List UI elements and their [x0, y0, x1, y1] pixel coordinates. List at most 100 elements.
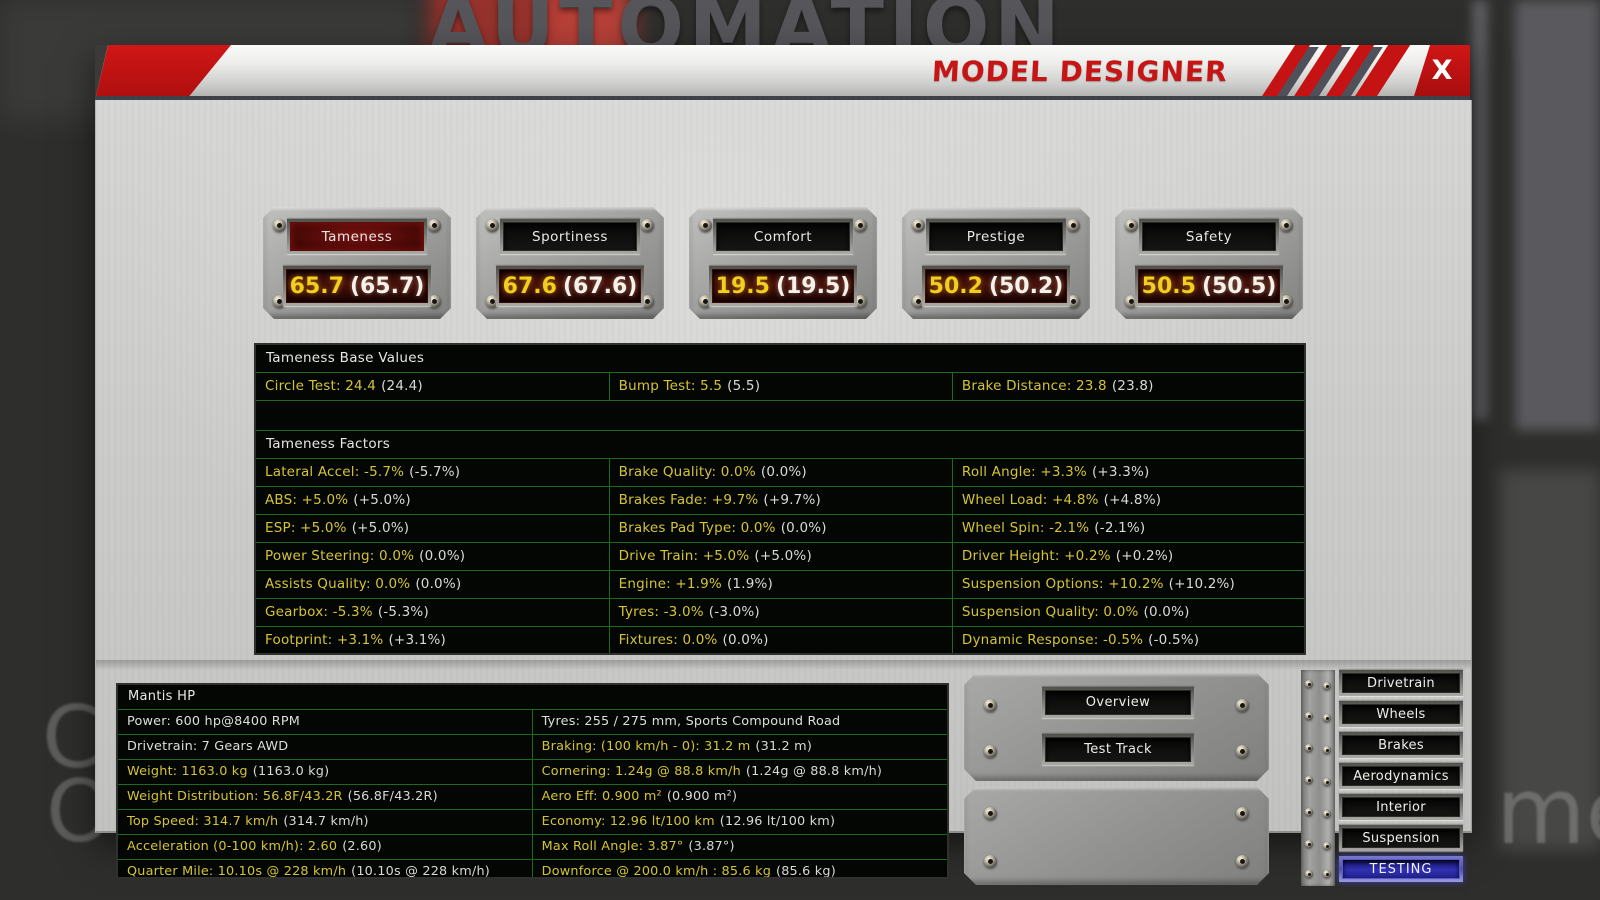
car-row: Acceleration (0-100 km/h): 2.60 (2.60) Ma…	[118, 834, 947, 859]
screen: AUTOMATION C O me MODEL DESIGNER X	[0, 0, 1600, 900]
gauge-label: Safety	[1142, 222, 1276, 251]
stripe-decoration	[1256, 45, 1313, 100]
window-body: Tameness 65.7 (65.7) Sportiness 67.6 (67.6…	[95, 100, 1472, 886]
stat-cell: Roll Angle: +3.3% (+3.3%)	[951, 459, 1304, 486]
stat-cell: Bump Test: 5.5 (5.5)	[608, 373, 952, 400]
car-row: Drivetrain: 7 Gears AWD Braking: (100 km…	[118, 734, 947, 759]
stat-cell: Suspension Quality: 0.0% (0.0%)	[951, 599, 1304, 626]
rivet	[1305, 808, 1313, 816]
gauge-value-display: 19.5 (19.5)	[709, 266, 857, 306]
overview-button[interactable]: Overview	[1042, 687, 1194, 718]
rivet	[1305, 680, 1313, 688]
factors-row: Power Steering: 0.0% (0.0%) Drive Train: …	[256, 542, 1304, 570]
gauge-safety[interactable]: Safety 50.5 (50.5)	[1115, 207, 1303, 319]
title-bar-red-stripe	[95, 45, 231, 100]
nav-button-drivetrain[interactable]: Drivetrain	[1339, 670, 1463, 696]
gauge-comfort[interactable]: Comfort 19.5 (19.5)	[689, 207, 877, 319]
rivet	[984, 699, 997, 712]
stat-cell: Weight: 1163.0 kg (1163.0 kg)	[127, 764, 330, 779]
gauge-label-button[interactable]: Safety	[1139, 219, 1279, 254]
test-track-button[interactable]: Test Track	[1042, 734, 1194, 765]
model-designer-window: MODEL DESIGNER X Tameness 65.7 (65.7) Sp…	[95, 45, 1472, 886]
nav-button-suspension[interactable]: Suspension	[1339, 825, 1463, 851]
nav-button-wheels[interactable]: Wheels	[1339, 701, 1463, 727]
gauge-label: Tameness	[290, 222, 424, 251]
stat-cell: Wheel Load: +4.8% (+4.8%)	[951, 487, 1304, 514]
blank-plate	[964, 787, 1269, 885]
car-row: Top Speed: 314.7 km/h (314.7 km/h) Econom…	[118, 809, 947, 834]
factors-row: ESP: +5.0% (+5.0%) Brakes Pad Type: 0.0%(…	[256, 514, 1304, 542]
nav-button-testing[interactable]: TESTING	[1339, 856, 1463, 882]
rivet	[984, 807, 997, 820]
rivet	[1236, 745, 1249, 758]
spacer	[256, 400, 1304, 430]
bg-window-frame	[1472, 0, 1488, 420]
gauge-label: Prestige	[929, 222, 1063, 251]
rivet	[1323, 778, 1331, 786]
bg-letter-me: me	[1496, 758, 1600, 865]
rivet	[1305, 840, 1313, 848]
gauge-label-button[interactable]: Comfort	[713, 219, 853, 254]
gauge-value: 19.5	[715, 273, 770, 299]
rivet	[984, 745, 997, 758]
rivet	[1323, 842, 1331, 850]
rivet	[641, 219, 654, 232]
stat-cell: Drivetrain: 7 Gears AWD	[127, 739, 289, 754]
gauge-value-display: 50.2 (50.2)	[922, 266, 1070, 306]
stat-cell: Downforce @ 200.0 km/h : 85.6 kg (85.6 kg…	[531, 860, 947, 877]
rivet	[1236, 855, 1249, 868]
gauge-value: 65.7	[289, 273, 344, 299]
car-name: Mantis HP	[128, 689, 196, 704]
rivet	[1323, 682, 1331, 690]
gauge-prestige[interactable]: Prestige 50.2 (50.2)	[902, 207, 1090, 319]
gauge-value-paren: (67.6)	[562, 273, 638, 299]
gauge-value-paren: (19.5)	[775, 273, 851, 299]
car-summary-panel: Mantis HP Power: 600 hp@8400 RPM Tyres: …	[116, 683, 949, 879]
factors-row: Gearbox: -5.3% (-5.3%) Tyres: -3.0% (-3.0%…	[256, 598, 1304, 626]
close-button[interactable]: X	[1414, 45, 1470, 96]
stat-cell: Acceleration (0-100 km/h): 2.60 (2.60)	[127, 839, 382, 854]
stat-cell: Wheel Spin: -2.1% (-2.1%)	[951, 515, 1304, 542]
rivet	[1305, 712, 1313, 720]
gauge-tameness[interactable]: Tameness 65.7 (65.7)	[263, 207, 451, 319]
rivet	[428, 219, 441, 232]
gauge-label-button[interactable]: Tameness	[287, 219, 427, 254]
stat-cell: Brakes Pad Type: 0.0% (0.0%)	[608, 515, 952, 542]
gauge-value: 67.6	[502, 273, 557, 299]
nav-button-aerodynamics[interactable]: Aerodynamics	[1339, 763, 1463, 789]
base-values-row: Circle Test: 24.4 (24.4) Bump Test: 5.5 (5…	[256, 372, 1304, 400]
gauge-value: 50.2	[928, 273, 983, 299]
stat-cell: Brake Distance: 23.8 (23.8)	[951, 373, 1304, 400]
rivet	[912, 219, 925, 232]
stat-cell: Footprint: +3.1% (+3.1%)	[265, 632, 447, 648]
window-title: MODEL DESIGNER	[931, 55, 1229, 88]
gauge-value-display: 67.6 (67.6)	[496, 266, 644, 306]
bg-window-frame	[1515, 0, 1600, 430]
gauge-value-display: 65.7 (65.7)	[283, 266, 431, 306]
rivet	[486, 219, 499, 232]
gauge-value-paren: (65.7)	[349, 273, 425, 299]
gauge-label-button[interactable]: Prestige	[926, 219, 1066, 254]
title-bar: MODEL DESIGNER X	[95, 45, 1470, 100]
factors-row: Assists Quality: 0.0% (0.0%) Engine: +1.9…	[256, 570, 1304, 598]
stat-cell: Max Roll Angle: 3.87° (3.87°)	[531, 835, 947, 859]
stat-cell: Gearbox: -5.3% (-5.3%)	[265, 604, 429, 620]
rivet	[273, 219, 286, 232]
gauge-value-display: 50.5 (50.5)	[1135, 266, 1283, 306]
stat-cell: Tyres: -3.0% (-3.0%)	[608, 599, 952, 626]
rivet	[1323, 870, 1331, 878]
rivet	[1323, 746, 1331, 754]
stat-cell: Weight Distribution: 56.8F/43.2R (56.8F/4…	[127, 789, 438, 804]
stat-cell: Brakes Fade: +9.7% (+9.7%)	[608, 487, 952, 514]
nav-button-interior[interactable]: Interior	[1339, 794, 1463, 820]
stat-cell: Power Steering: 0.0% (0.0%)	[265, 548, 466, 564]
stat-cell: Engine: +1.9% (1.9%)	[608, 571, 952, 598]
stat-cell: Dynamic Response: -0.5% (-0.5%)	[951, 627, 1304, 653]
nav-button-brakes[interactable]: Brakes	[1339, 732, 1463, 758]
gauge-label-button[interactable]: Sportiness	[500, 219, 640, 254]
rivet	[1280, 219, 1293, 232]
stat-cell: Suspension Options: +10.2% (+10.2%)	[951, 571, 1304, 598]
stat-cell: Assists Quality: 0.0% (0.0%)	[265, 576, 462, 592]
gauge-sportiness[interactable]: Sportiness 67.6 (67.6)	[476, 207, 664, 319]
rivet	[984, 855, 997, 868]
